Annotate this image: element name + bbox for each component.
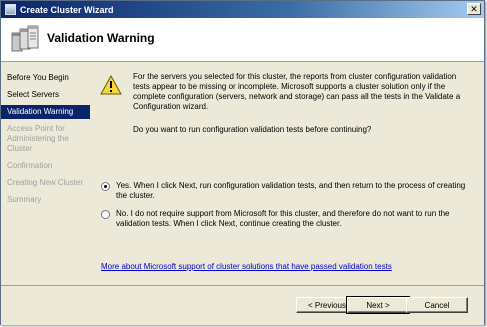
yes-radio[interactable]	[101, 182, 110, 191]
close-button[interactable]: ✕	[467, 3, 481, 15]
step-validation-warning: Validation Warning	[1, 105, 90, 119]
window-title: Create Cluster Wizard	[20, 4, 114, 15]
no-label[interactable]: No. I do not require support from Micros…	[116, 209, 471, 229]
option-no[interactable]: No. I do not require support from Micros…	[101, 209, 471, 229]
step-summary: Summary	[7, 195, 42, 204]
app-icon	[5, 4, 16, 15]
wizard-steps: Before You Begin Select Servers Validati…	[1, 63, 90, 285]
step-creating-new-cluster: Creating New Cluster	[7, 178, 84, 187]
step-confirmation: Confirmation	[7, 161, 53, 170]
question-text: Do you want to run configuration validat…	[133, 125, 372, 134]
title-bar[interactable]: Create Cluster Wizard ✕	[1, 1, 484, 18]
cancel-button[interactable]: Cancel	[406, 297, 468, 313]
wizard-header: Validation Warning	[1, 18, 484, 62]
warning-triangle-icon	[100, 75, 122, 95]
wizard-footer: < Previous Next > Cancel	[1, 285, 484, 325]
next-button[interactable]: Next >	[346, 296, 410, 314]
step-select-servers: Select Servers	[7, 90, 60, 99]
support-info-link[interactable]: More about Microsoft support of cluster …	[101, 262, 392, 271]
step-before-you-begin: Before You Begin	[7, 73, 69, 82]
wizard-window: Create Cluster Wizard ✕ Validation Warni…	[0, 0, 485, 325]
cluster-servers-icon	[11, 25, 39, 52]
warning-message: For the servers you selected for this cl…	[133, 72, 461, 111]
wizard-content: For the servers you selected for this cl…	[91, 63, 484, 285]
page-title: Validation Warning	[47, 31, 155, 45]
option-yes[interactable]: Yes. When I click Next, run configuratio…	[101, 181, 471, 201]
yes-label[interactable]: Yes. When I click Next, run configuratio…	[116, 181, 471, 201]
no-radio[interactable]	[101, 210, 110, 219]
step-access-point: Access Point for Administering the Clust…	[7, 124, 69, 153]
